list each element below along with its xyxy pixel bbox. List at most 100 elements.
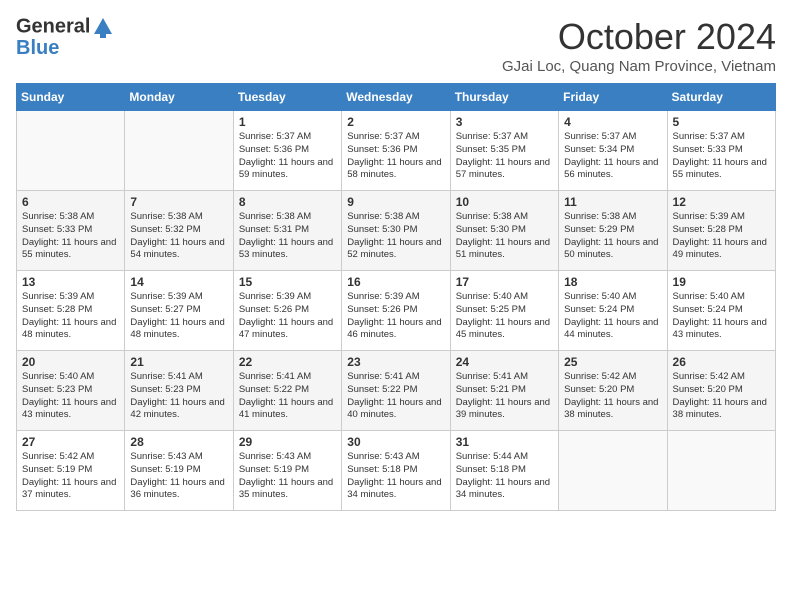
calendar-cell: 13 Sunrise: 5:39 AM Sunset: 5:28 PM Dayli… xyxy=(17,271,125,351)
day-number: 4 xyxy=(564,115,661,129)
cell-content: Sunrise: 5:44 AM Sunset: 5:18 PM Dayligh… xyxy=(456,451,553,502)
cell-content: Sunrise: 5:40 AM Sunset: 5:24 PM Dayligh… xyxy=(564,291,661,342)
calendar-cell: 23Sunrise: 5:41 AM Sunset: 5:22 PM Dayli… xyxy=(342,351,450,431)
calendar-cell: 11 Sunrise: 5:38 AM Sunset: 5:29 PM Dayli… xyxy=(559,191,667,271)
calendar-cell: 3Sunrise: 5:37 AM Sunset: 5:35 PM Daylig… xyxy=(450,111,558,191)
cell-content: Sunrise: 5:39 AM Sunset: 5:28 PM Dayligh… xyxy=(673,211,770,262)
calendar-cell: 29 Sunrise: 5:43 AM Sunset: 5:19 PM Dayli… xyxy=(233,431,341,511)
day-number: 1 xyxy=(239,115,336,129)
logo-text: General xyxy=(16,16,114,38)
title-block: October 2024 GJai Loc, Quang Nam Provinc… xyxy=(502,16,776,75)
cell-content: Sunrise: 5:38 AM Sunset: 5:31 PM Dayligh… xyxy=(239,211,336,262)
day-number: 27 xyxy=(22,435,119,449)
calendar-week-row: 1 Sunrise: 5:37 AM Sunset: 5:36 PM Daylig… xyxy=(17,111,776,191)
day-number: 14 xyxy=(130,275,227,289)
calendar-cell: 24Sunrise: 5:41 AM Sunset: 5:21 PM Dayli… xyxy=(450,351,558,431)
day-number: 5 xyxy=(673,115,770,129)
cell-content: Sunrise: 5:43 AM Sunset: 5:19 PM Dayligh… xyxy=(130,451,227,502)
weekday-header: Monday xyxy=(125,84,233,111)
day-number: 18 xyxy=(564,275,661,289)
logo-blue: Blue xyxy=(16,38,114,58)
cell-content: Sunrise: 5:41 AM Sunset: 5:22 PM Dayligh… xyxy=(347,371,444,422)
cell-content: Sunrise: 5:41 AM Sunset: 5:22 PM Dayligh… xyxy=(239,371,336,422)
weekday-header: Wednesday xyxy=(342,84,450,111)
calendar-week-row: 13 Sunrise: 5:39 AM Sunset: 5:28 PM Dayli… xyxy=(17,271,776,351)
logo-icon xyxy=(92,16,114,38)
calendar-week-row: 27 Sunrise: 5:42 AM Sunset: 5:19 PM Dayli… xyxy=(17,431,776,511)
calendar-cell: 7 Sunrise: 5:38 AM Sunset: 5:32 PM Daylig… xyxy=(125,191,233,271)
cell-content: Sunrise: 5:38 AM Sunset: 5:30 PM Dayligh… xyxy=(456,211,553,262)
day-number: 21 xyxy=(130,355,227,369)
cell-content: Sunrise: 5:37 AM Sunset: 5:36 PM Dayligh… xyxy=(347,131,444,182)
logo: General Blue xyxy=(16,16,114,58)
day-number: 10 xyxy=(456,195,553,209)
cell-content: Sunrise: 5:38 AM Sunset: 5:33 PM Dayligh… xyxy=(22,211,119,262)
cell-content: Sunrise: 5:40 AM Sunset: 5:23 PM Dayligh… xyxy=(22,371,119,422)
calendar-cell: 5 Sunrise: 5:37 AM Sunset: 5:33 PM Daylig… xyxy=(667,111,775,191)
calendar-cell xyxy=(559,431,667,511)
weekday-header: Tuesday xyxy=(233,84,341,111)
calendar-cell: 31 Sunrise: 5:44 AM Sunset: 5:18 PM Dayli… xyxy=(450,431,558,511)
day-number: 26 xyxy=(673,355,770,369)
calendar-cell: 16 Sunrise: 5:39 AM Sunset: 5:26 PM Dayli… xyxy=(342,271,450,351)
cell-content: Sunrise: 5:37 AM Sunset: 5:34 PM Dayligh… xyxy=(564,131,661,182)
cell-content: Sunrise: 5:37 AM Sunset: 5:33 PM Dayligh… xyxy=(673,131,770,182)
weekday-header: Sunday xyxy=(17,84,125,111)
cell-content: Sunrise: 5:38 AM Sunset: 5:32 PM Dayligh… xyxy=(130,211,227,262)
day-number: 16 xyxy=(347,275,444,289)
day-number: 29 xyxy=(239,435,336,449)
day-number: 12 xyxy=(673,195,770,209)
calendar-cell: 26 Sunrise: 5:42 AM Sunset: 5:20 PM Dayli… xyxy=(667,351,775,431)
day-number: 9 xyxy=(347,195,444,209)
day-number: 7 xyxy=(130,195,227,209)
cell-content: Sunrise: 5:39 AM Sunset: 5:26 PM Dayligh… xyxy=(347,291,444,342)
cell-content: Sunrise: 5:39 AM Sunset: 5:28 PM Dayligh… xyxy=(22,291,119,342)
calendar-cell: 27 Sunrise: 5:42 AM Sunset: 5:19 PM Dayli… xyxy=(17,431,125,511)
calendar-cell xyxy=(125,111,233,191)
calendar-cell: 4 Sunrise: 5:37 AM Sunset: 5:34 PM Daylig… xyxy=(559,111,667,191)
calendar-cell xyxy=(667,431,775,511)
calendar-cell: 30Sunrise: 5:43 AM Sunset: 5:18 PM Dayli… xyxy=(342,431,450,511)
calendar-cell: 2 Sunrise: 5:37 AM Sunset: 5:36 PM Daylig… xyxy=(342,111,450,191)
calendar-cell: 21 Sunrise: 5:41 AM Sunset: 5:23 PM Dayli… xyxy=(125,351,233,431)
cell-content: Sunrise: 5:38 AM Sunset: 5:29 PM Dayligh… xyxy=(564,211,661,262)
cell-content: Sunrise: 5:42 AM Sunset: 5:19 PM Dayligh… xyxy=(22,451,119,502)
day-number: 22 xyxy=(239,355,336,369)
calendar-cell: 15 Sunrise: 5:39 AM Sunset: 5:26 PM Dayli… xyxy=(233,271,341,351)
day-number: 3 xyxy=(456,115,553,129)
cell-content: Sunrise: 5:37 AM Sunset: 5:36 PM Dayligh… xyxy=(239,131,336,182)
calendar-cell: 10 Sunrise: 5:38 AM Sunset: 5:30 PM Dayli… xyxy=(450,191,558,271)
day-number: 13 xyxy=(22,275,119,289)
weekday-header: Friday xyxy=(559,84,667,111)
calendar-cell: 19Sunrise: 5:40 AM Sunset: 5:24 PM Dayli… xyxy=(667,271,775,351)
calendar-cell: 6 Sunrise: 5:38 AM Sunset: 5:33 PM Daylig… xyxy=(17,191,125,271)
day-number: 25 xyxy=(564,355,661,369)
day-number: 11 xyxy=(564,195,661,209)
page-header: General Blue October 2024 GJai Loc, Quan… xyxy=(16,16,776,75)
cell-content: Sunrise: 5:42 AM Sunset: 5:20 PM Dayligh… xyxy=(673,371,770,422)
calendar-cell: 20Sunrise: 5:40 AM Sunset: 5:23 PM Dayli… xyxy=(17,351,125,431)
cell-content: Sunrise: 5:39 AM Sunset: 5:26 PM Dayligh… xyxy=(239,291,336,342)
weekday-header: Thursday xyxy=(450,84,558,111)
cell-content: Sunrise: 5:38 AM Sunset: 5:30 PM Dayligh… xyxy=(347,211,444,262)
calendar-cell: 28 Sunrise: 5:43 AM Sunset: 5:19 PM Dayli… xyxy=(125,431,233,511)
day-number: 15 xyxy=(239,275,336,289)
cell-content: Sunrise: 5:43 AM Sunset: 5:19 PM Dayligh… xyxy=(239,451,336,502)
cell-content: Sunrise: 5:41 AM Sunset: 5:23 PM Dayligh… xyxy=(130,371,227,422)
calendar-cell: 14Sunrise: 5:39 AM Sunset: 5:27 PM Dayli… xyxy=(125,271,233,351)
calendar-cell: 22 Sunrise: 5:41 AM Sunset: 5:22 PM Dayli… xyxy=(233,351,341,431)
cell-content: Sunrise: 5:40 AM Sunset: 5:24 PM Dayligh… xyxy=(673,291,770,342)
day-number: 28 xyxy=(130,435,227,449)
calendar-cell: 1 Sunrise: 5:37 AM Sunset: 5:36 PM Daylig… xyxy=(233,111,341,191)
calendar-cell: 12 Sunrise: 5:39 AM Sunset: 5:28 PM Dayli… xyxy=(667,191,775,271)
day-number: 6 xyxy=(22,195,119,209)
calendar-cell: 17Sunrise: 5:40 AM Sunset: 5:25 PM Dayli… xyxy=(450,271,558,351)
calendar-body: 1 Sunrise: 5:37 AM Sunset: 5:36 PM Daylig… xyxy=(17,111,776,511)
cell-content: Sunrise: 5:42 AM Sunset: 5:20 PM Dayligh… xyxy=(564,371,661,422)
calendar-table: SundayMondayTuesdayWednesdayThursdayFrid… xyxy=(16,83,776,511)
cell-content: Sunrise: 5:40 AM Sunset: 5:25 PM Dayligh… xyxy=(456,291,553,342)
day-number: 31 xyxy=(456,435,553,449)
cell-content: Sunrise: 5:43 AM Sunset: 5:18 PM Dayligh… xyxy=(347,451,444,502)
month-title: October 2024 xyxy=(502,16,776,58)
day-number: 2 xyxy=(347,115,444,129)
